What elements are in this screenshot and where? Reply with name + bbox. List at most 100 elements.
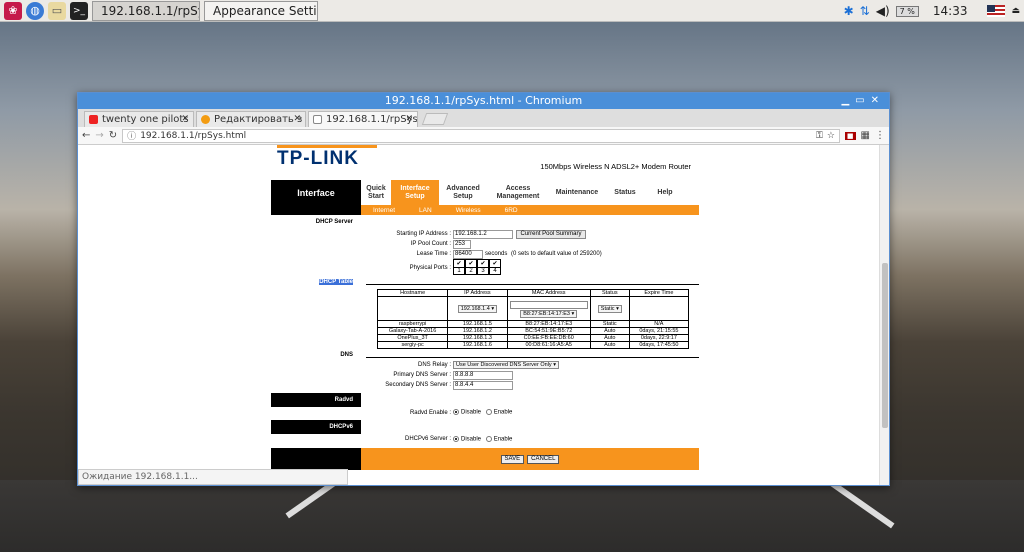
table-cell: 192.168.1.3 — [447, 334, 508, 342]
bluetooth-icon[interactable]: ✱ — [844, 4, 854, 18]
start-ip-input[interactable]: 192.168.1.2 — [453, 230, 513, 239]
network-icon[interactable]: ⇅ — [860, 4, 870, 18]
subnav-6rd[interactable]: 6RD — [505, 207, 518, 214]
main-nav: Interface Quick Start Interface Setup Ad… — [271, 180, 699, 205]
star-icon[interactable]: ☆ — [827, 131, 835, 141]
table-cell: N/A — [628, 320, 690, 328]
close-tab-icon[interactable]: ✕ — [181, 114, 189, 124]
window-controls[interactable]: ▁▭✕ — [841, 93, 885, 109]
mac-select[interactable]: B8:27:EB:14:17:E3 ▾ — [520, 309, 578, 318]
subnav-lan[interactable]: LAN — [419, 207, 432, 214]
section-radvd: Radvd — [271, 393, 361, 407]
table-header: Status — [589, 289, 630, 297]
tab-youtube[interactable]: twenty one pilots ✕ — [84, 111, 194, 127]
nav-access-management[interactable]: Access Management — [487, 185, 549, 201]
status-select[interactable]: Static ▾ — [597, 304, 622, 313]
terminal-icon[interactable]: >_ — [70, 1, 88, 20]
table-header: Hostname — [376, 289, 449, 297]
flag-icon[interactable] — [987, 5, 1006, 17]
forward-icon[interactable]: → — [95, 130, 103, 141]
radvd-enable-radio[interactable] — [485, 409, 492, 415]
table-row: raspberrypi 192.168.1.5 B8:27:EB:14:17:E… — [376, 320, 690, 328]
site-icon — [201, 115, 210, 124]
lease-time-input[interactable]: 86400 — [453, 250, 483, 259]
scrollbar[interactable] — [879, 145, 889, 485]
dhcpv6-disable-radio[interactable] — [453, 436, 459, 442]
url-input[interactable]: ⓘ 192.168.1.1/rpSys.html ⚿ ☆ — [122, 128, 840, 143]
nav-status[interactable]: Status — [605, 189, 645, 197]
tab-router[interactable]: 192.168.1.1/rpSys ✕ — [308, 111, 418, 127]
extension-icon[interactable]: ■ — [844, 131, 856, 140]
lease-unit: seconds — [485, 251, 508, 257]
nav-section-title: Interface — [271, 180, 361, 205]
tab-label: Редактировать з — [214, 114, 303, 125]
menu-icon[interactable]: ⋮ — [875, 130, 885, 141]
reload-icon[interactable]: ↻ — [109, 130, 117, 141]
port-label: 4 — [493, 268, 497, 274]
key-icon[interactable]: ⚿ — [816, 131, 823, 141]
subnav-wireless[interactable]: Wireless — [456, 207, 481, 214]
nav-advanced-setup[interactable]: Advanced Setup — [439, 185, 487, 201]
radvd-enable-label: Radvd Enable : — [409, 410, 451, 416]
router-page: TP-LINK 150Mbps Wireless N ADSL2+ Modem … — [271, 145, 699, 485]
port-1[interactable]: ✔ 1 — [453, 259, 465, 275]
clock[interactable]: 14:33 — [933, 4, 968, 18]
tab-edit[interactable]: Редактировать з ✕ — [196, 111, 306, 127]
section-dns: DNS — [340, 352, 353, 358]
youtube-icon — [89, 115, 98, 124]
eject-icon[interactable]: ⏏ — [1011, 6, 1020, 16]
new-tab-button[interactable] — [421, 113, 449, 125]
port-4[interactable]: ✔ 4 — [489, 259, 501, 275]
table-cell: 192.168.1.6 — [447, 341, 508, 349]
dhcpv6-enable-radio[interactable] — [485, 436, 492, 442]
volume-icon[interactable]: ◀) — [876, 4, 890, 18]
tab-label: 192.168.1.1/rpSys — [326, 114, 418, 125]
radvd-disable-radio[interactable] — [453, 409, 459, 415]
nav-quick-start[interactable]: Quick Start — [361, 185, 391, 201]
table-cell: Auto — [589, 341, 630, 349]
secondary-dns-input[interactable]: 8.8.4.4 — [453, 381, 513, 390]
table-cell: 192.168.1.2 — [447, 327, 508, 335]
lease-time-label: Lease Time : — [416, 251, 451, 257]
close-tab-icon[interactable]: ✕ — [293, 114, 301, 124]
page-icon — [313, 115, 322, 124]
port-3[interactable]: ✔ 3 — [477, 259, 489, 275]
task-appearance[interactable]: Appearance Settings — [204, 0, 318, 21]
check-icon: ✔ — [466, 260, 476, 268]
port-label: 2 — [469, 268, 473, 274]
close-tab-icon[interactable]: ✕ — [405, 114, 413, 124]
window-title: 192.168.1.1/rpSys.html - Chromium — [384, 94, 583, 107]
scrollbar-thumb[interactable] — [882, 263, 888, 428]
table-header: IP Address — [447, 289, 508, 297]
port-2[interactable]: ✔ 2 — [465, 259, 477, 275]
pool-count-input[interactable]: 253 — [453, 240, 471, 249]
dns-relay-label: DNS Relay : — [417, 362, 451, 368]
table-cell: raspberrypi — [376, 320, 449, 328]
extension-icon[interactable]: ▦ — [861, 130, 870, 141]
dns-relay-select[interactable]: Use User Discovered DNS Server Only ▾ — [453, 361, 559, 369]
dhcp-table: Hostname IP Address MAC Address Status E… — [376, 289, 690, 349]
mac-input[interactable] — [509, 300, 588, 309]
physical-ports-label: Physical Ports : — [409, 265, 451, 271]
subnav-internet[interactable]: Internet — [373, 207, 395, 214]
radio-label: Disable — [461, 409, 482, 416]
info-icon[interactable]: ⓘ — [127, 129, 136, 142]
browser-launcher-icon[interactable]: ◍ — [26, 1, 44, 20]
primary-dns-input[interactable]: 8.8.8.8 — [453, 371, 513, 380]
nav-interface-setup[interactable]: Interface Setup — [391, 180, 439, 205]
window-titlebar[interactable]: 192.168.1.1/rpSys.html - Chromium ▁▭✕ — [78, 93, 889, 109]
select-value: Use User Discovered DNS Server Only — [456, 362, 552, 368]
cpu-monitor: 7 % — [895, 5, 919, 17]
pool-summary-button[interactable]: Current Pool Summary — [516, 230, 586, 239]
nav-maintenance[interactable]: Maintenance — [549, 189, 605, 197]
save-button[interactable]: SAVE — [500, 454, 525, 464]
raspberry-menu-icon[interactable]: ❀ — [4, 1, 22, 20]
ip-select[interactable]: 192.168.1.4 ▾ — [457, 304, 498, 313]
nav-help[interactable]: Help — [645, 189, 685, 197]
back-icon[interactable]: ← — [82, 130, 90, 141]
cancel-button[interactable]: CANCEL — [527, 454, 560, 464]
sub-nav: Internet LAN Wireless 6RD — [271, 205, 699, 215]
task-chromium[interactable]: 192.168.1.1/rpSys... — [92, 0, 200, 21]
dhcpv6-server-label: DHCPv6 Server : — [404, 436, 451, 442]
file-manager-icon[interactable]: ▭ — [48, 1, 66, 20]
